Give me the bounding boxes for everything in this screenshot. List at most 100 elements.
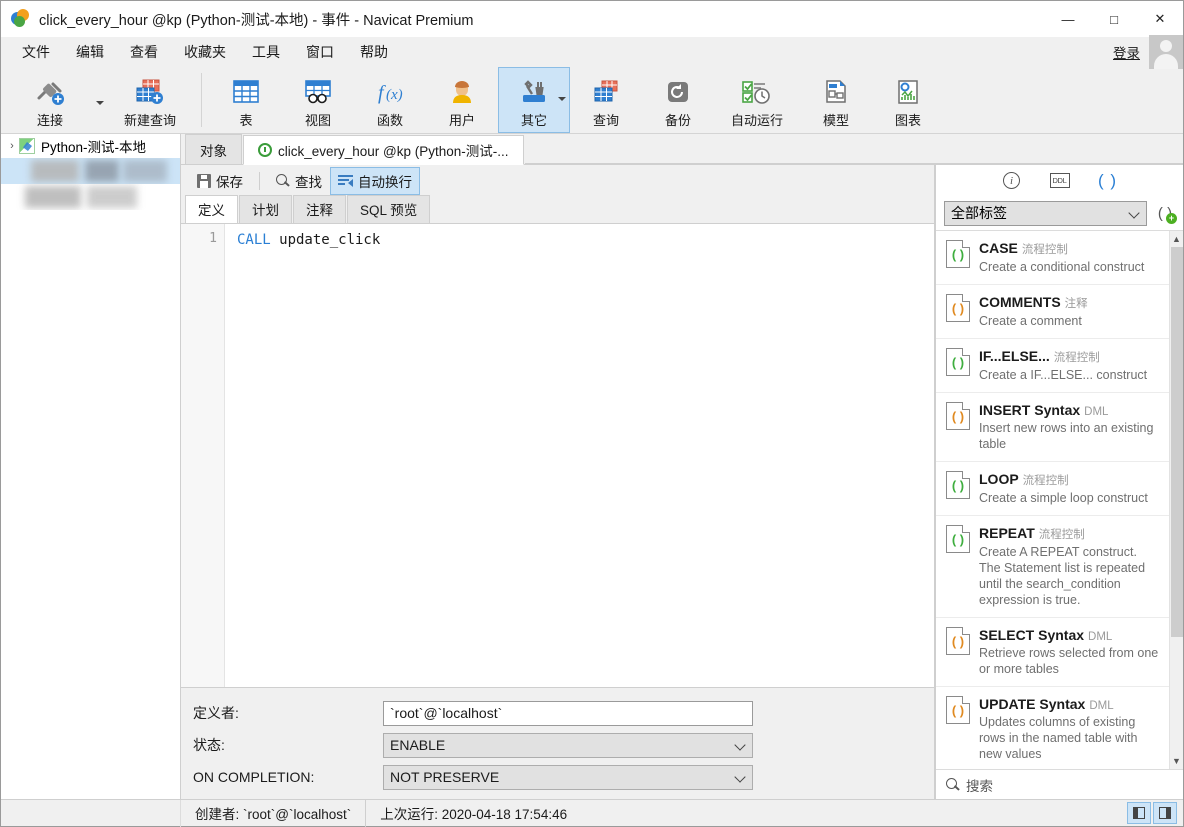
toolbar-divider (259, 172, 260, 190)
chevron-right-icon[interactable]: › (5, 140, 19, 152)
avatar[interactable] (1149, 34, 1183, 69)
ddl-icon[interactable]: DDL (1049, 171, 1071, 191)
snippet-description: Create a conditional construct (979, 260, 1145, 274)
connection-sidebar: › Python-测试-本地 (1, 134, 181, 799)
list-item[interactable]: ( ) CASE 流程控制 Create a conditional constr… (936, 231, 1169, 285)
subtab-schedule[interactable]: 计划 (239, 195, 292, 223)
list-item[interactable]: ( ) UPDATE Syntax DML Updates columns of … (936, 687, 1169, 769)
close-button[interactable]: ✕ (1137, 1, 1183, 37)
toolbar-new-query[interactable]: 新建查询 (107, 67, 193, 133)
menu-favorites[interactable]: 收藏夹 (171, 38, 239, 66)
scrollbar-thumb[interactable] (1170, 247, 1183, 637)
subtab-sql-preview[interactable]: SQL 预览 (347, 195, 431, 223)
word-wrap-button[interactable]: 自动换行 (330, 167, 420, 195)
snippet-icon: ( ) (946, 696, 970, 724)
connection-icon (33, 75, 67, 109)
snippet-description: Updates columns of existing rows in the … (979, 715, 1138, 761)
snippet-title: LOOP 流程控制 (979, 471, 1069, 487)
navicat-logo-icon (11, 9, 31, 29)
menu-tools[interactable]: 工具 (239, 38, 293, 66)
snippet-icon: ( ) (946, 471, 970, 499)
toolbar-connection-caret-icon[interactable] (93, 67, 107, 133)
tab-event-editor[interactable]: click_every_hour @kp (Python-测试-... (243, 135, 524, 165)
add-snippet-icon[interactable]: ( ) + (1153, 201, 1177, 225)
menu-view[interactable]: 查看 (117, 38, 171, 66)
on-completion-select[interactable]: NOT PRESERVE (383, 764, 753, 790)
toolbar-table[interactable]: 表 (210, 67, 282, 133)
menu-window[interactable]: 窗口 (293, 38, 347, 66)
definer-input[interactable]: `root`@`localhost` (383, 700, 753, 726)
snippet-list: ( ) CASE 流程控制 Create a conditional constr… (936, 230, 1183, 769)
snippet-description: Create a comment (979, 314, 1082, 328)
snippets-icon[interactable]: ( ) (1097, 171, 1119, 191)
sidebar-item-connection[interactable]: › Python-测试-本地 (1, 134, 180, 158)
scroll-up-icon[interactable]: ▲ (1172, 231, 1181, 247)
status-select[interactable]: ENABLE (383, 732, 753, 758)
snippet-tag: 注释 (1064, 298, 1088, 310)
snippet-description: Create a IF...ELSE... construct (979, 368, 1148, 382)
snippet-search[interactable]: 搜索 (936, 769, 1183, 799)
status-last-run: 上次运行: 2020-04-18 17:54:46 (380, 807, 568, 822)
toolbar-other[interactable]: 其它 (498, 67, 570, 133)
title-bar: click_every_hour @kp (Python-测试-本地) - 事件… (1, 1, 1183, 37)
list-item[interactable]: ( ) INSERT Syntax DML Insert new rows int… (936, 393, 1169, 462)
list-item[interactable]: ( ) SELECT Syntax DML Retrieve rows selec… (936, 618, 1169, 687)
toggle-left-panel-button[interactable] (1127, 802, 1151, 824)
toolbar-connection[interactable]: 连接 (7, 67, 93, 133)
toolbar-model[interactable]: 模型 (800, 67, 872, 133)
sql-code-area[interactable]: 1 CALL update_click (181, 223, 934, 687)
view-icon (303, 75, 333, 109)
sidebar-redacted-row[interactable] (1, 184, 180, 210)
login-link[interactable]: 登录 (1113, 42, 1149, 62)
toolbar-function[interactable]: f (x) 函数 (354, 67, 426, 133)
list-item[interactable]: ( ) COMMENTS 注释 Create a comment (936, 285, 1169, 339)
snippet-icon: ( ) (946, 294, 970, 322)
subtab-definition[interactable]: 定义 (185, 195, 238, 223)
minimize-button[interactable]: — (1045, 1, 1091, 37)
on-completion-label: ON COMPLETION: (193, 769, 315, 785)
toolbar-view[interactable]: 视图 (282, 67, 354, 133)
table-icon (232, 75, 260, 109)
find-button[interactable]: 查找 (268, 167, 330, 195)
toolbar-automation[interactable]: 自动运行 (714, 67, 800, 133)
info-icon[interactable]: i (1001, 171, 1023, 191)
window-controls: — □ ✕ (1045, 1, 1183, 37)
tab-objects[interactable]: 对象 (185, 134, 242, 164)
toolbar-query[interactable]: 查询 (570, 67, 642, 133)
save-button[interactable]: 保存 (189, 167, 251, 195)
scroll-down-icon[interactable]: ▼ (1172, 753, 1181, 769)
toolbar-other-caret-icon[interactable] (558, 97, 566, 101)
tag-filter-select[interactable]: 全部标签 (944, 200, 1147, 226)
snippet-description: Create A REPEAT construct. The Statement… (979, 545, 1146, 607)
main-area: 对象 click_every_hour @kp (Python-测试-... 保… (181, 134, 1183, 799)
search-input[interactable]: 搜索 (966, 775, 993, 795)
line-number-gutter: 1 (181, 224, 225, 687)
left-panel-icon (1133, 807, 1145, 819)
subtab-comment[interactable]: 注释 (293, 195, 346, 223)
list-item[interactable]: ( ) IF...ELSE... 流程控制 Create a IF...ELSE.… (936, 339, 1169, 393)
snippet-scrollbar[interactable]: ▲ ▼ (1169, 231, 1183, 769)
toolbar-chart[interactable]: 图表 (872, 67, 944, 133)
app-body: › Python-测试-本地 对象 click_every_hour @kp (… (1, 134, 1183, 799)
menu-help[interactable]: 帮助 (347, 38, 401, 66)
menu-file[interactable]: 文件 (9, 38, 63, 66)
sidebar-connection-label: Python-测试-本地 (41, 140, 147, 155)
sidebar-redacted-row[interactable] (1, 158, 180, 184)
chevron-down-icon (734, 770, 746, 783)
sql-editor[interactable]: CALL update_click (225, 224, 934, 687)
editor-subtabs: 定义 计划 注释 SQL 预览 (181, 195, 934, 223)
snippet-description: Insert new rows into an existing table (979, 421, 1154, 451)
function-icon: f (x) (373, 75, 407, 109)
maximize-button[interactable]: □ (1091, 1, 1137, 37)
toolbar-user[interactable]: 用户 (426, 67, 498, 133)
list-item[interactable]: ( ) LOOP 流程控制 Create a simple loop constr… (936, 462, 1169, 516)
toolbar-backup[interactable]: 备份 (642, 67, 714, 133)
toggle-right-panel-button[interactable] (1153, 802, 1177, 824)
chart-icon (895, 75, 921, 109)
editor-toolbar: 保存 查找 自动换行 (181, 165, 934, 197)
toolbar-new-query-label: 新建查询 (123, 113, 176, 128)
list-item[interactable]: ( ) REPEAT 流程控制 Create A REPEAT construct… (936, 516, 1169, 618)
form-row-on-completion: ON COMPLETION: NOT PRESERVE (193, 761, 914, 793)
menu-edit[interactable]: 编辑 (63, 38, 117, 66)
toolbar-function-label: 函数 (376, 113, 403, 128)
